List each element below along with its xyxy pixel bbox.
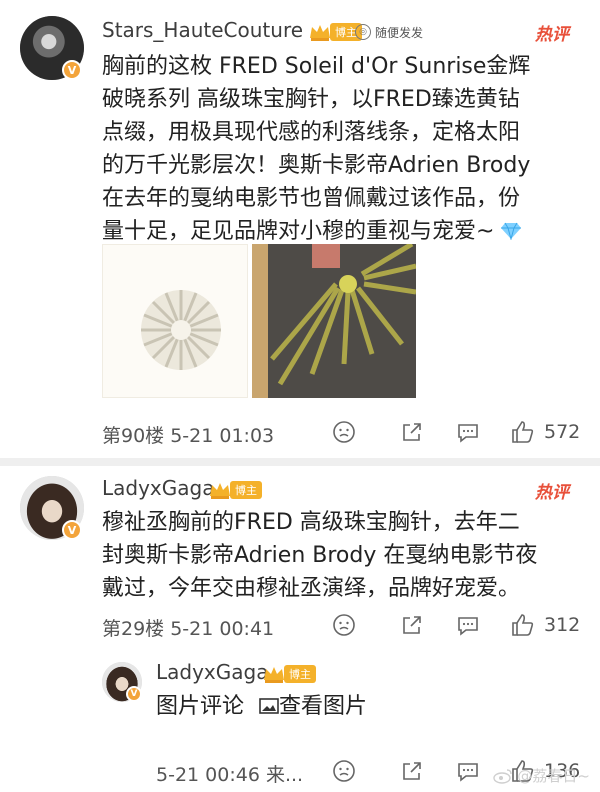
like-button[interactable]: 572 bbox=[510, 419, 580, 445]
share-button[interactable] bbox=[400, 759, 424, 783]
comment-icon bbox=[458, 617, 478, 636]
text-line: 胸前的这枚 FRED Soleil d'Or Sunrise金辉 bbox=[102, 54, 531, 79]
comment-face-icon bbox=[333, 421, 355, 443]
floor-time: 第90楼 5-21 01:03 bbox=[102, 425, 275, 447]
username[interactable]: LadyxGaga bbox=[102, 476, 214, 500]
level-tag: 博主 bbox=[230, 481, 262, 499]
view-image-link[interactable]: 查看图片 bbox=[259, 694, 367, 719]
comment-icon bbox=[458, 763, 478, 782]
text-line: 破晓系列 高级珠宝胸针，以FRED臻选黄钻 bbox=[102, 87, 520, 112]
share-icon bbox=[403, 762, 421, 780]
reply-text: 图片评论 查看图片 bbox=[156, 690, 367, 725]
comment-button[interactable] bbox=[456, 420, 480, 444]
share-button[interactable] bbox=[400, 613, 424, 637]
comment-text: 穆祉丞胸前的FRED 高级珠宝胸针，去年二 封奥斯卡影帝Adrien Brody… bbox=[102, 506, 592, 605]
wearing-image bbox=[252, 244, 416, 398]
watermark: @荔春日~ bbox=[493, 765, 590, 786]
text-line: 封奥斯卡影帝Adrien Brody 在戛纳电影节夜 bbox=[102, 543, 538, 568]
floor-time: 第29楼 5-21 00:41 bbox=[102, 618, 275, 640]
comment-image-brooch[interactable] bbox=[102, 244, 248, 398]
text-line: 点缀，用极具现代感的利落线条，定格太阳 bbox=[102, 120, 521, 145]
reply-button[interactable] bbox=[332, 420, 356, 444]
watermark-text: @荔春日~ bbox=[517, 767, 590, 785]
reply-time: 5-21 00:46 来... bbox=[156, 764, 304, 786]
like-count: 572 bbox=[544, 421, 581, 443]
comment-image-wearing[interactable] bbox=[252, 244, 416, 398]
image-icon bbox=[259, 692, 279, 725]
comment-card: V Stars_HauteCouture 博主 ◎ 随便发发 热评 胸前的这枚 … bbox=[0, 0, 600, 460]
username[interactable]: LadyxGaga bbox=[156, 660, 268, 684]
comment-button[interactable] bbox=[456, 613, 480, 637]
username[interactable]: Stars_HauteCouture bbox=[102, 18, 303, 42]
crown-icon bbox=[262, 664, 286, 684]
share-icon bbox=[403, 616, 421, 634]
reply-prefix: 图片评论 bbox=[156, 694, 245, 719]
source-icon: ◎ bbox=[355, 24, 371, 40]
text-line: 戴过，今年交由穆祉丞演绎，品牌好宠爱。 bbox=[102, 576, 521, 601]
share-button[interactable] bbox=[400, 420, 424, 444]
brooch-image bbox=[141, 290, 221, 370]
level-badge: 博主 bbox=[208, 480, 262, 500]
crown-icon bbox=[308, 22, 332, 42]
comment-icon bbox=[458, 424, 478, 443]
comment-button[interactable] bbox=[456, 759, 480, 783]
comment-card: V LadyxGaga 博主 热评 穆祉丞胸前的FRED 高级珠宝胸针，去年二 … bbox=[0, 466, 600, 792]
level-tag: 博主 bbox=[284, 665, 316, 683]
level-badge: 博主 bbox=[262, 664, 316, 684]
share-icon bbox=[403, 423, 421, 441]
like-button[interactable]: 312 bbox=[510, 612, 580, 638]
hot-badge: 热评 bbox=[535, 483, 569, 503]
comment-face-icon bbox=[333, 760, 355, 782]
diamond-icon bbox=[500, 217, 522, 250]
reply-button[interactable] bbox=[332, 613, 356, 637]
crown-icon bbox=[208, 480, 232, 500]
verified-icon: V bbox=[62, 60, 82, 80]
verified-icon: V bbox=[62, 520, 82, 540]
comment-face-icon bbox=[333, 614, 355, 636]
text-line: 穆祉丞胸前的FRED 高级珠宝胸针，去年二 bbox=[102, 510, 520, 535]
level-badge: 博主 bbox=[308, 22, 362, 42]
weibo-logo-icon bbox=[493, 768, 513, 784]
text-line: 在去年的戛纳电影节也曾佩戴过该作品，份 bbox=[102, 186, 521, 211]
like-count: 312 bbox=[544, 614, 581, 636]
divider bbox=[0, 458, 600, 466]
source-tag: ◎ 随便发发 bbox=[355, 21, 423, 43]
comment-text: 胸前的这枚 FRED Soleil d'Or Sunrise金辉 破晓系列 高级… bbox=[102, 50, 592, 250]
text-line: 的万千光影层次！奥斯卡影帝Adrien Brody bbox=[102, 153, 531, 178]
thumbs-up-icon bbox=[512, 614, 534, 636]
thumbs-up-icon bbox=[512, 421, 534, 443]
verified-icon: V bbox=[126, 686, 142, 702]
reply-button[interactable] bbox=[332, 759, 356, 783]
hot-badge: 热评 bbox=[535, 25, 569, 45]
source-label: 随便发发 bbox=[375, 25, 424, 40]
